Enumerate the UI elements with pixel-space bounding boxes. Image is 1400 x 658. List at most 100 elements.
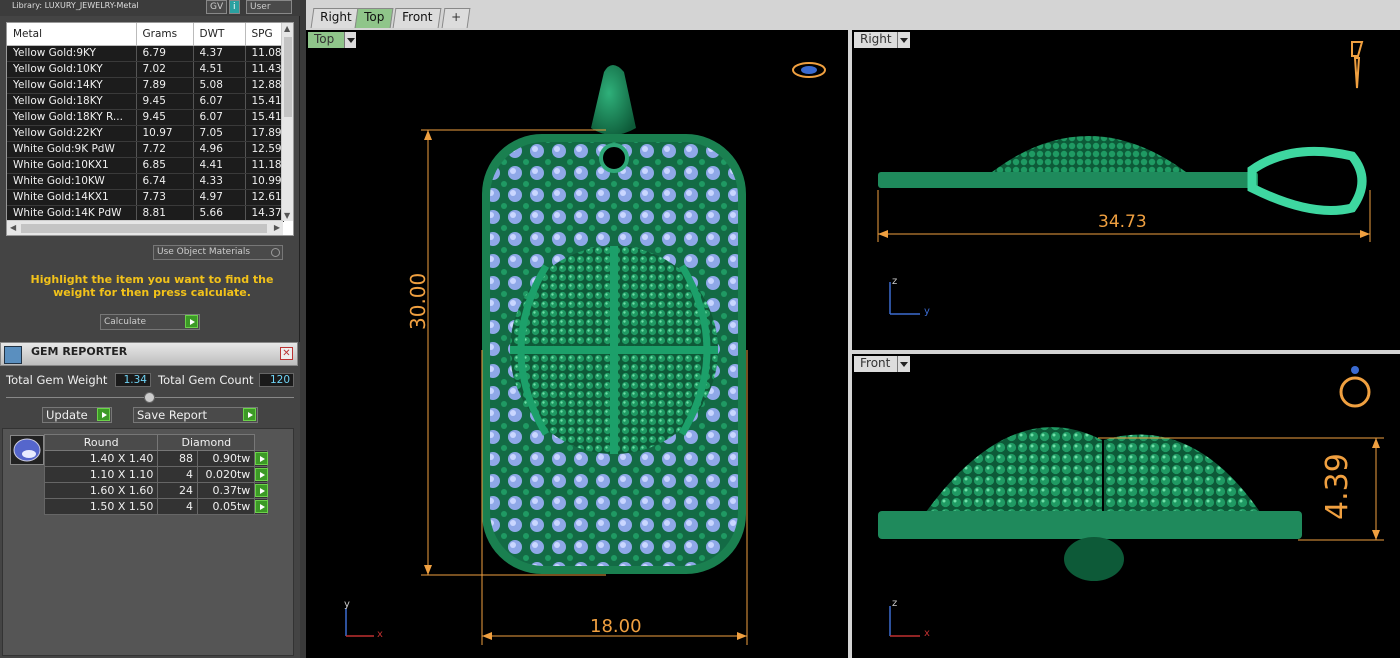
gem-row[interactable]: 1.50 X 1.50 4 0.05tw	[43, 498, 269, 515]
metal-cell: White Gold:14K PdW	[7, 205, 137, 222]
pendant-icon[interactable]	[1351, 41, 1364, 89]
metal-cell: 11.43	[245, 61, 284, 78]
user-button-label: User	[250, 2, 271, 12]
gem-row-go-cell	[254, 498, 269, 515]
metal-cell: 8.81	[136, 205, 194, 222]
col-spg[interactable]: SPG	[245, 23, 284, 46]
calculate-go-icon[interactable]	[185, 315, 198, 328]
metal-table[interactable]: Metal Grams DWT SPG Yellow Gold:9KY 6.79 4…	[6, 22, 294, 236]
tab-top-label: Top	[364, 10, 385, 24]
metal-cell: 6.79	[136, 45, 194, 62]
total-gem-count-value: 120	[259, 373, 294, 387]
metal-row[interactable]: White Gold:14KX1 7.73 4.97 12.61	[7, 189, 284, 206]
scroll-right-icon[interactable]: ▶	[274, 223, 280, 232]
gem-row-go-icon[interactable]	[255, 452, 269, 465]
metal-row[interactable]: White Gold:9K PdW 7.72 4.96 12.59	[7, 141, 284, 158]
gem-row-go-icon[interactable]	[255, 468, 269, 481]
viewport-front[interactable]: Front 4.39 z x	[852, 354, 1400, 658]
col-dwt[interactable]: DWT	[193, 23, 246, 46]
metal-cell: 7.73	[136, 189, 194, 206]
tab-top[interactable]: Top	[354, 8, 394, 28]
scroll-down-icon[interactable]: ▼	[284, 211, 290, 220]
right-view-drawing	[877, 41, 1371, 315]
metal-cell: Yellow Gold:18KY	[7, 93, 137, 110]
ring-icon[interactable]	[1339, 376, 1371, 408]
gem-cell: 4	[157, 498, 198, 515]
scroll-left-icon[interactable]: ◀	[10, 223, 16, 232]
metal-row[interactable]: Yellow Gold:18KY 9.45 6.07 15.41	[7, 93, 284, 110]
gem-row-go-icon[interactable]	[255, 500, 269, 513]
tab-right[interactable]: Right	[310, 8, 362, 28]
axis-z-front-label: z	[892, 598, 898, 609]
save-report-button[interactable]: Save Report	[133, 407, 258, 423]
metal-cell: 7.05	[193, 125, 246, 142]
metal-cell: 6.74	[136, 173, 194, 190]
metal-vscrollbar[interactable]: ▲ ▼	[281, 23, 293, 221]
metal-cell: 9.45	[136, 109, 194, 126]
metal-cell: 4.51	[193, 61, 246, 78]
tab-front-label: Front	[402, 10, 433, 24]
metal-cell: 7.89	[136, 77, 194, 94]
close-icon[interactable]: ✕	[280, 347, 293, 360]
gem-cell: 88	[157, 450, 198, 467]
gem-cell: 1.40 X 1.40	[43, 450, 159, 467]
gv-button[interactable]: GV	[206, 0, 228, 14]
metal-row[interactable]: Yellow Gold:9KY 6.79 4.37 11.08	[7, 45, 284, 62]
metal-table-body: Yellow Gold:9KY 6.79 4.37 11.08 Yellow Gold:…	[7, 45, 284, 222]
gem-row-go-cell	[254, 466, 269, 483]
add-tab-button[interactable]: +	[441, 8, 471, 28]
gem-row[interactable]: 1.60 X 1.60 24 0.37tw	[43, 482, 269, 499]
metal-row[interactable]: White Gold:14K PdW 8.81 5.66 14.37	[7, 205, 284, 222]
metal-cell: 10.99	[245, 173, 284, 190]
metal-cell: 6.07	[193, 109, 246, 126]
metal-cell: 4.97	[193, 189, 246, 206]
metal-cell: 6.07	[193, 93, 246, 110]
metal-cell: 11.18	[245, 157, 284, 174]
gem-reporter-title: GEM REPORTER	[31, 345, 128, 358]
tag-side	[878, 172, 1258, 188]
axis-y-right-label: y	[924, 306, 930, 317]
metal-cell: 12.88	[245, 77, 284, 94]
viewport-top[interactable]: Top 30.00 18.00 y x	[306, 30, 848, 658]
metal-row[interactable]: Yellow Gold:22KY 10.97 7.05 17.89	[7, 125, 284, 142]
metal-cell: 15.41	[245, 109, 284, 126]
use-object-materials-checkbox[interactable]: Use Object Materials	[153, 245, 283, 260]
metal-hscrollbar[interactable]: ◀ ▶	[7, 220, 283, 235]
gem-cell: 1.60 X 1.60	[43, 482, 159, 499]
metal-cell: Yellow Gold:22KY	[7, 125, 137, 142]
metal-cell: 11.08	[245, 45, 284, 62]
viewport-right[interactable]: Right 34.73 z y	[852, 30, 1400, 350]
metal-row[interactable]: White Gold:10KW 6.74 4.33 10.99	[7, 173, 284, 190]
total-gem-count-label: Total Gem Count	[158, 373, 254, 387]
col-grams[interactable]: Grams	[136, 23, 194, 46]
tab-front[interactable]: Front	[392, 8, 442, 28]
update-button[interactable]: Update	[42, 407, 112, 423]
metal-cell: White Gold:10KX1	[7, 157, 137, 174]
metal-cell: White Gold:10KW	[7, 173, 137, 190]
metal-vscroll-thumb[interactable]	[284, 37, 292, 117]
splitter-handle[interactable]	[144, 392, 155, 403]
user-button[interactable]: User	[246, 0, 292, 14]
gem-cell: 4	[157, 466, 198, 483]
metal-row[interactable]: Yellow Gold:10KY 7.02 4.51 11.43	[7, 61, 284, 78]
gem-cell: 1.10 X 1.10	[43, 466, 159, 483]
info-button[interactable]: i	[229, 0, 240, 14]
dome-beads	[992, 136, 1186, 172]
bail-hole	[599, 143, 629, 173]
metal-row[interactable]: White Gold:10KX1 6.85 4.41 11.18	[7, 157, 284, 174]
metal-cell: 6.85	[136, 157, 194, 174]
gem-row[interactable]: 1.10 X 1.10 4 0.020tw	[43, 466, 269, 483]
scroll-up-icon[interactable]: ▲	[284, 24, 290, 33]
metal-hscroll-thumb[interactable]	[21, 224, 267, 233]
dim-height-label: 30.00	[406, 272, 430, 330]
gem-row-go-icon[interactable]	[255, 484, 269, 497]
gem-row[interactable]: 1.40 X 1.40 88 0.90tw	[43, 450, 269, 467]
bail-loop	[1247, 146, 1367, 215]
front-tag-edge	[878, 511, 1302, 539]
total-gem-weight-value: 1.34	[115, 373, 151, 387]
metal-row[interactable]: Yellow Gold:18KY R... 9.45 6.07 15.41	[7, 109, 284, 126]
calculate-field[interactable]: Calculate	[100, 314, 200, 330]
metal-row[interactable]: Yellow Gold:14KY 7.89 5.08 12.88	[7, 77, 284, 94]
col-metal[interactable]: Metal	[7, 23, 137, 46]
update-go-icon	[97, 408, 110, 421]
